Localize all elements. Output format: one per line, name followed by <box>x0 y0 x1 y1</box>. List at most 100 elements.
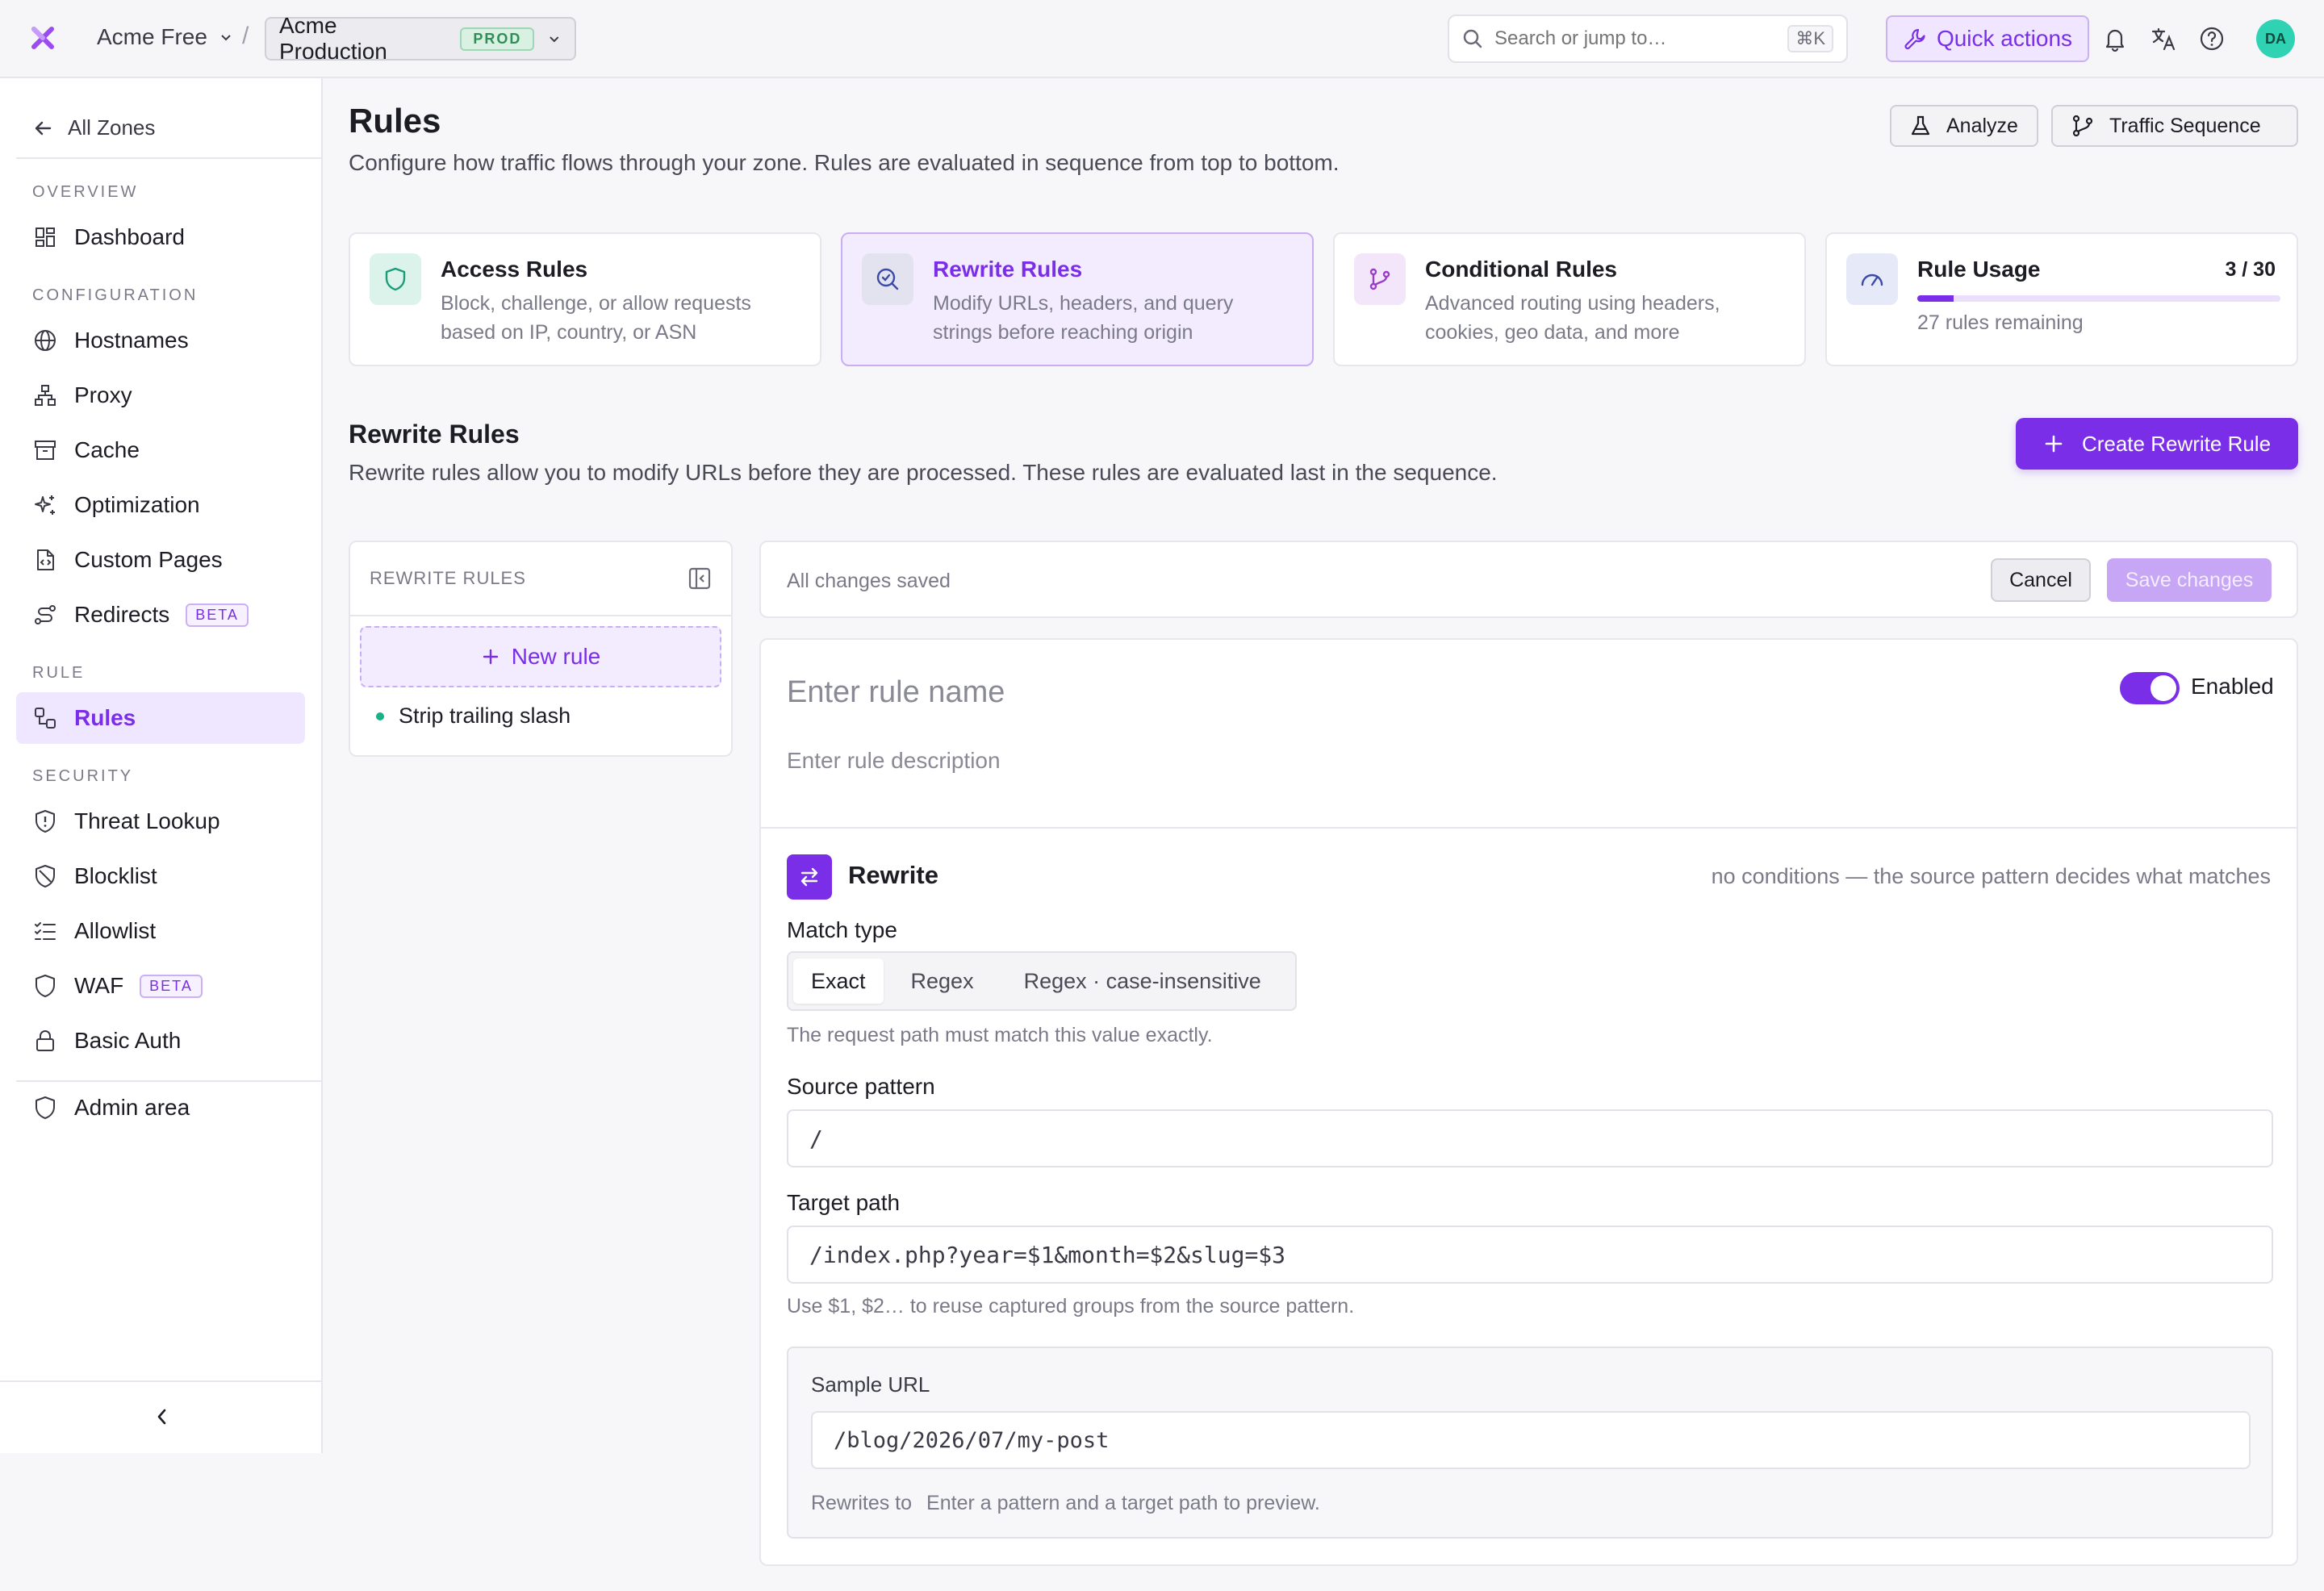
target-path-input[interactable]: /index.php?year=$1&month=$2&slug=$3 <box>787 1226 2273 1284</box>
sample-url-input[interactable]: /blog/2026/07/my-post <box>811 1411 2251 1469</box>
dashboard-icon <box>36 228 55 247</box>
search-input[interactable] <box>1494 27 1777 50</box>
file-code-icon <box>37 549 54 570</box>
search-shortcut: ⌘K <box>1787 25 1833 52</box>
icon-box <box>1846 253 1898 305</box>
help-icon[interactable] <box>2198 25 2226 52</box>
analyze-button[interactable]: Analyze <box>1890 105 2038 147</box>
sidebar-item-custom-pages[interactable]: Custom Pages <box>16 534 305 586</box>
divider <box>350 615 731 616</box>
sample-url-label: Sample URL <box>811 1372 930 1397</box>
environment-badge: PROD <box>460 27 535 51</box>
beta-badge: BETA <box>186 603 249 627</box>
match-type-regex-ci[interactable]: Regex · case-insensitive <box>1001 958 1284 1004</box>
card-title: Access Rules <box>441 257 588 282</box>
all-zones-link[interactable]: All Zones <box>32 115 155 140</box>
card-rule-usage: Rule Usage 3 / 30 27 rules remaining <box>1825 232 2298 366</box>
save-bar: All changes saved Cancel Save changes <box>759 541 2298 618</box>
shield-off-icon <box>36 865 55 887</box>
avatar[interactable]: DA <box>2256 19 2295 58</box>
card-access-rules[interactable]: Access Rules Block, challenge, or allow … <box>349 232 821 366</box>
create-rewrite-rule-label: Create Rewrite Rule <box>2081 431 2272 456</box>
sidebar-item-allowlist[interactable]: Allowlist <box>16 905 305 957</box>
rule-list-panel: REWRITE RULES New rule Strip trailing sl… <box>349 541 733 757</box>
section-security: SECURITY <box>32 767 134 785</box>
globe-icon <box>35 330 56 351</box>
divider <box>16 157 321 159</box>
translate-icon[interactable] <box>2150 25 2177 52</box>
card-rewrite-rules[interactable]: Rewrite Rules Modify URLs, headers, and … <box>841 232 1314 366</box>
plus-icon <box>2045 435 2063 453</box>
sidebar-item-redirects[interactable]: Redirects BETA <box>16 589 305 641</box>
match-type-exact[interactable]: Exact <box>793 958 884 1004</box>
sidebar-item-hostnames[interactable]: Hostnames <box>16 315 305 366</box>
gauge-icon <box>1861 274 1883 286</box>
usage-remaining: 27 rules remaining <box>1917 311 2084 334</box>
rewrite-icon-box <box>787 854 832 900</box>
new-rule-button[interactable]: New rule <box>360 626 721 687</box>
network-icon <box>35 385 56 406</box>
chevron-down-icon <box>550 36 559 43</box>
usage-count: 3 / 30 <box>2225 258 2276 281</box>
sidebar-item-label: Blocklist <box>74 863 157 888</box>
zone-switcher[interactable]: Acme Production PROD <box>265 13 576 64</box>
source-pattern-input[interactable]: / <box>787 1109 2273 1167</box>
sidebar-item-basic-auth[interactable]: Basic Auth <box>16 1015 305 1067</box>
bell-icon[interactable] <box>2101 25 2129 52</box>
cancel-button[interactable]: Cancel <box>1991 558 2091 602</box>
sidebar-item-threat-lookup[interactable]: Threat Lookup <box>16 796 305 847</box>
sidebar-item-label: Optimization <box>74 492 200 517</box>
search-box[interactable]: ⌘K <box>1448 15 1848 63</box>
sidebar-item-optimization[interactable]: Optimization <box>16 479 305 531</box>
arrows-exchange-icon <box>800 867 818 887</box>
sidebar-item-label: Custom Pages <box>74 547 223 572</box>
app-logo-icon[interactable] <box>29 24 56 52</box>
card-description: Modify URLs, headers, and query strings … <box>933 292 1234 344</box>
flask-icon <box>1911 115 1930 136</box>
sidebar-item-blocklist[interactable]: Blocklist <box>16 850 305 902</box>
org-switcher[interactable]: Acme Free <box>97 24 233 50</box>
usage-progress-fill <box>1917 295 1954 302</box>
sidebar-item-cache[interactable]: Cache <box>16 424 305 476</box>
list-item[interactable]: Strip trailing slash <box>376 704 571 729</box>
traffic-sequence-label: Traffic Sequence <box>2109 114 2261 137</box>
card-description: Advanced routing using headers, cookies,… <box>1425 292 1720 344</box>
page-title: Rules <box>349 102 441 140</box>
quick-actions-button[interactable]: Quick actions <box>1886 15 2089 62</box>
create-rewrite-rule-button[interactable]: Create Rewrite Rule <box>2016 418 2298 470</box>
sidebar-item-dashboard[interactable]: Dashboard <box>16 211 305 263</box>
card-conditional-rules[interactable]: Conditional Rules Advanced routing using… <box>1333 232 1806 366</box>
top-bar: Acme Free / Acme Production PROD ⌘K Quic… <box>0 0 2324 78</box>
sidebar-item-label: Allowlist <box>74 918 157 943</box>
sidebar-item-label: Admin area <box>74 1095 190 1120</box>
match-type-regex[interactable]: Regex <box>888 958 997 1004</box>
collapse-sidebar-icon[interactable] <box>150 1405 174 1429</box>
card-title: Rule Usage <box>1917 257 2041 282</box>
section-title: Rewrite Rules <box>349 420 520 449</box>
icon-box <box>862 253 913 305</box>
rule-list-header: REWRITE RULES <box>370 568 526 588</box>
git-branch-icon <box>2072 115 2093 137</box>
divider <box>761 827 2297 829</box>
enabled-toggle[interactable] <box>2120 672 2180 704</box>
zone-name: Acme Production <box>279 13 387 64</box>
sidebar-item-admin-area[interactable]: Admin area <box>16 1082 305 1134</box>
rules-icon <box>35 708 56 729</box>
traffic-sequence-button[interactable]: Traffic Sequence <box>2051 105 2298 147</box>
rule-name-input[interactable] <box>787 675 1755 710</box>
source-pattern-label: Source pattern <box>787 1074 935 1099</box>
rule-description-input[interactable] <box>787 748 1755 774</box>
sidebar-item-rules[interactable]: Rules <box>16 692 305 744</box>
rule-editor: Enabled Rewrite no conditions — the sour… <box>759 638 2298 1566</box>
page-subtitle: Configure how traffic flows through your… <box>349 150 1340 175</box>
sidebar-item-label: Redirects <box>74 602 170 627</box>
match-type-help: The request path must match this value e… <box>787 1024 1213 1046</box>
match-type-label: Match type <box>787 917 897 942</box>
panel-collapse-icon[interactable] <box>688 566 712 591</box>
save-changes-button[interactable]: Save changes <box>2107 558 2272 602</box>
icon-box <box>1354 253 1406 305</box>
search-check-icon <box>876 268 899 290</box>
sidebar-item-label: Proxy <box>74 382 132 407</box>
sidebar-item-waf[interactable]: WAF BETA <box>16 960 305 1012</box>
sidebar-item-proxy[interactable]: Proxy <box>16 370 305 421</box>
